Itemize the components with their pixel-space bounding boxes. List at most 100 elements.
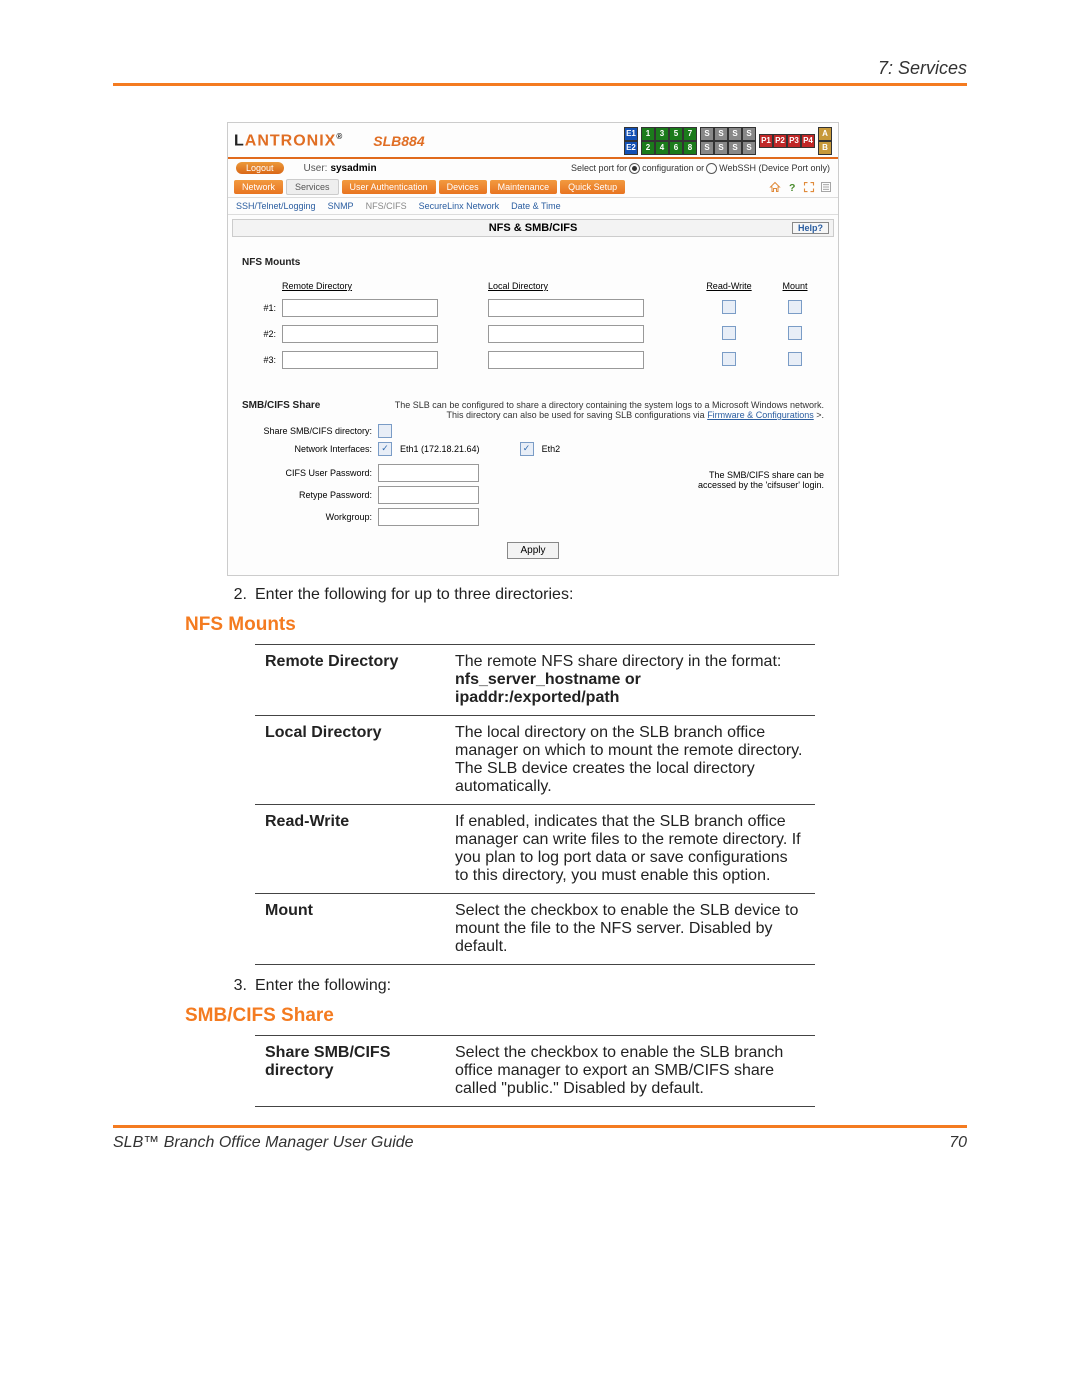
- sub-tabs: SSH/Telnet/Logging SNMP NFS/CIFS SecureL…: [228, 198, 838, 215]
- step-2: 2.Enter the following for up to three di…: [225, 586, 975, 604]
- rw-3-checkbox[interactable]: [722, 352, 736, 366]
- share-dir-label: Share SMB/CIFS directory:: [242, 426, 378, 436]
- table-row: #2:: [244, 322, 822, 346]
- def-key: Read-Write: [255, 805, 445, 894]
- subtab-snmp[interactable]: SNMP: [328, 201, 354, 211]
- remote-dir-3-input[interactable]: [282, 351, 438, 369]
- table-row: #1:: [244, 296, 822, 320]
- cifs-password-label: CIFS User Password:: [242, 468, 378, 478]
- local-dir-1-input[interactable]: [488, 299, 644, 317]
- rw-1-checkbox[interactable]: [722, 300, 736, 314]
- document-body: 2.Enter the following for up to three di…: [105, 586, 975, 1107]
- document-page: 7: Services LANTRONIX® SLB884 E1 E2 1357…: [0, 0, 1080, 1182]
- firmware-link[interactable]: Firmware & Configurations: [707, 410, 814, 420]
- app-header: LANTRONIX® SLB884 E1 E2 1357 2468 SSSS S…: [228, 123, 838, 159]
- panel-title: NFS & SMB/CIFS: [489, 222, 578, 234]
- table-row: #3:: [244, 348, 822, 372]
- def-key: Share SMB/CIFS directory: [255, 1036, 445, 1107]
- mount-2-checkbox[interactable]: [788, 326, 802, 340]
- def-value: Select the checkbox to enable the SLB de…: [445, 894, 815, 965]
- section-nfs-mounts: NFS Mounts: [185, 614, 975, 636]
- list-icon[interactable]: [820, 181, 832, 193]
- user-value: sysadmin: [330, 163, 376, 174]
- expand-icon[interactable]: [803, 181, 815, 193]
- share-dir-checkbox[interactable]: [378, 424, 392, 438]
- network-interfaces-label: Network Interfaces:: [242, 444, 378, 454]
- help-icon[interactable]: ?: [786, 181, 798, 193]
- subtab-securelinx[interactable]: SecureLinx Network: [419, 201, 500, 211]
- logout-button[interactable]: Logout: [236, 162, 284, 174]
- smb-note: The SLB can be configured to share a dir…: [362, 400, 824, 420]
- def-key: Mount: [255, 894, 445, 965]
- col-remote-directory: Remote Directory: [280, 278, 484, 294]
- remote-dir-2-input[interactable]: [282, 325, 438, 343]
- def-key: Remote Directory: [255, 645, 445, 716]
- row-2-label: #2:: [244, 322, 278, 346]
- user-label: User:: [304, 163, 328, 174]
- def-value: The remote NFS share directory in the fo…: [445, 645, 815, 716]
- tab-devices[interactable]: Devices: [439, 180, 487, 194]
- eth1-value: Eth1 (172.18.21.64): [400, 444, 480, 454]
- smb-definition-table: Share SMB/CIFS directory Select the chec…: [255, 1035, 815, 1107]
- def-key: Local Directory: [255, 716, 445, 805]
- tab-quick-setup[interactable]: Quick Setup: [560, 180, 625, 194]
- retype-password-input[interactable]: [378, 486, 479, 504]
- page-footer: SLB™ Branch Office Manager User Guide 70: [113, 1134, 967, 1152]
- subtab-datetime[interactable]: Date & Time: [511, 201, 561, 211]
- main-tabs: Network Services User Authentication Dev…: [228, 177, 838, 198]
- row-3-label: #3:: [244, 348, 278, 372]
- def-value: The local directory on the SLB branch of…: [445, 716, 815, 805]
- port-select-row: Select port for configuration or WebSSH …: [571, 163, 830, 174]
- app-subheader: Logout User: sysadmin Select port for co…: [228, 159, 838, 177]
- subtab-ssh[interactable]: SSH/Telnet/Logging: [236, 201, 316, 211]
- radio-webssh[interactable]: [706, 163, 717, 174]
- mount-3-checkbox[interactable]: [788, 352, 802, 366]
- panel-body: NFS Mounts Remote Directory Local Direct…: [228, 241, 838, 575]
- screenshot-figure: LANTRONIX® SLB884 E1 E2 1357 2468 SSSS S…: [227, 122, 975, 576]
- local-dir-3-input[interactable]: [488, 351, 644, 369]
- remote-dir-1-input[interactable]: [282, 299, 438, 317]
- panel-title-row: NFS & SMB/CIFS Help?: [232, 219, 834, 237]
- col-read-write: Read-Write: [692, 278, 766, 294]
- workgroup-label: Workgroup:: [242, 512, 378, 522]
- cifs-password-input[interactable]: [378, 464, 479, 482]
- eth1-checkbox[interactable]: [378, 442, 392, 456]
- brand-logo: LANTRONIX®: [234, 132, 343, 150]
- subtab-nfscifs[interactable]: NFS/CIFS: [366, 201, 407, 211]
- footer-title: SLB™ Branch Office Manager User Guide: [113, 1134, 414, 1152]
- radio-configuration[interactable]: [629, 163, 640, 174]
- nfs-definition-table: Remote Directory The remote NFS share di…: [255, 644, 815, 965]
- local-dir-2-input[interactable]: [488, 325, 644, 343]
- tab-user-auth[interactable]: User Authentication: [342, 180, 436, 194]
- def-value: If enabled, indicates that the SLB branc…: [445, 805, 815, 894]
- smb-share-heading: SMB/CIFS Share: [242, 400, 362, 411]
- section-smb-share: SMB/CIFS Share: [185, 1005, 975, 1027]
- svg-text:?: ?: [789, 182, 795, 193]
- home-icon[interactable]: [769, 181, 781, 193]
- mount-1-checkbox[interactable]: [788, 300, 802, 314]
- footer-rule: [113, 1125, 967, 1128]
- nfs-mounts-table: Remote Directory Local Directory Read-Wr…: [242, 276, 824, 374]
- tab-network[interactable]: Network: [234, 180, 283, 194]
- header-rule: [113, 83, 967, 86]
- rw-2-checkbox[interactable]: [722, 326, 736, 340]
- tab-maintenance[interactable]: Maintenance: [490, 180, 558, 194]
- panel-help-button[interactable]: Help?: [792, 222, 829, 234]
- workgroup-input[interactable]: [378, 508, 479, 526]
- apply-button[interactable]: Apply: [507, 542, 558, 559]
- port-grid: E1 E2 1357 2468 SSSS SSSS P1P2P3P4: [624, 127, 832, 155]
- row-1-label: #1:: [244, 296, 278, 320]
- col-local-directory: Local Directory: [486, 278, 690, 294]
- nfs-mounts-heading: NFS Mounts: [242, 257, 824, 268]
- step-3: 3.Enter the following:: [225, 977, 975, 995]
- eth2-checkbox[interactable]: [520, 442, 534, 456]
- col-mount: Mount: [768, 278, 822, 294]
- share-access-note: The SMB/CIFS share can be accessed by th…: [479, 460, 824, 530]
- app-window: LANTRONIX® SLB884 E1 E2 1357 2468 SSSS S…: [227, 122, 839, 576]
- model-name: SLB884: [373, 133, 424, 149]
- eth2-value: Eth2: [542, 444, 561, 454]
- chapter-title: 7: Services: [105, 58, 967, 79]
- tab-services[interactable]: Services: [286, 179, 339, 195]
- retype-password-label: Retype Password:: [242, 490, 378, 500]
- def-value: Select the checkbox to enable the SLB br…: [445, 1036, 815, 1107]
